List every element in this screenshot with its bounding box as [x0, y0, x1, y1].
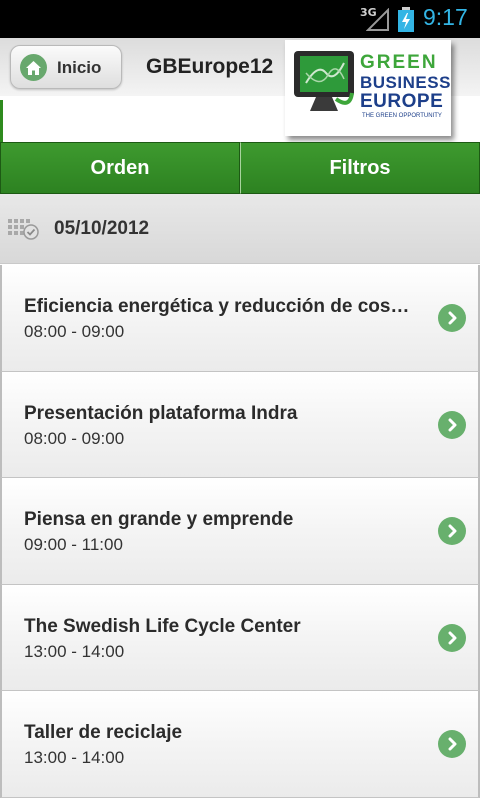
calendar-icon	[8, 219, 39, 240]
event-time: 09:00 - 11:00	[24, 535, 123, 554]
chevron-right-icon[interactable]	[438, 304, 466, 332]
event-time: 13:00 - 14:00	[24, 748, 125, 767]
event-list-item[interactable]: Taller de reciclaje 13:00 - 14:00	[0, 691, 480, 798]
home-icon	[20, 54, 47, 81]
event-list-item[interactable]: Piensa en grande y emprende 09:00 - 11:0…	[0, 478, 480, 585]
event-title: The Swedish Life Cycle Center	[24, 615, 301, 637]
event-time: 08:00 - 09:00	[24, 322, 125, 341]
logo-text-europe: EUROPE	[360, 91, 444, 112]
chevron-right-icon[interactable]	[438, 410, 466, 439]
tab-bar: Orden Filtros	[0, 142, 480, 194]
logo-text-business: BUSINESS	[360, 73, 451, 92]
header-accent-strip	[0, 100, 3, 142]
event-time: 08:00 - 09:00	[24, 428, 125, 448]
event-title: Presentación plataforma Indra	[24, 402, 298, 424]
event-list-item[interactable]: Presentación plataforma Indra 08:00 - 09…	[0, 371, 480, 478]
monitor-logo-icon	[294, 51, 354, 111]
status-bar: 3G 9:17	[0, 0, 480, 38]
green-business-europe-logo: GREEN BUSINESS EUROPE THE GREEN OPPORTUN…	[285, 40, 451, 136]
battery-icon	[398, 7, 414, 32]
tab-filtros-label: Filtros	[329, 156, 391, 179]
tab-filtros[interactable]: Filtros	[240, 142, 480, 194]
chevron-right-icon[interactable]	[438, 517, 466, 545]
event-list: Eficiencia energética y reducción de cos…	[0, 265, 480, 798]
chevron-right-icon[interactable]	[438, 730, 466, 758]
event-time: 13:00 - 14:00	[24, 641, 125, 661]
event-title: Taller de reciclaje	[24, 722, 183, 743]
clock: 9:17	[423, 4, 468, 30]
page-title: GBEurope12	[146, 55, 274, 78]
logo-text-green: GREEN	[360, 52, 438, 73]
logo-tagline: THE GREEN OPPORTUNITY	[362, 113, 442, 119]
inicio-label: Inicio	[57, 58, 102, 77]
event-title: Eficiencia energética y reducción de cos…	[24, 296, 410, 317]
tab-orden-label: Orden	[90, 156, 150, 179]
event-list-item[interactable]: The Swedish Life Cycle Center 13:00 - 14…	[0, 584, 480, 691]
app-header: Inicio GBEurope12 GREEN BUSINESS EUROPE …	[0, 38, 480, 142]
inicio-button[interactable]: Inicio	[10, 45, 122, 89]
chevron-right-icon[interactable]	[438, 623, 466, 652]
date-label: 05/10/2012	[54, 218, 150, 239]
event-list-item[interactable]: Eficiencia energética y reducción de cos…	[0, 265, 480, 372]
signal-icon	[366, 8, 389, 31]
date-section-header: 05/10/2012	[0, 194, 480, 264]
tab-orden[interactable]: Orden	[0, 142, 240, 194]
event-title: Piensa en grande y emprende	[24, 509, 294, 530]
